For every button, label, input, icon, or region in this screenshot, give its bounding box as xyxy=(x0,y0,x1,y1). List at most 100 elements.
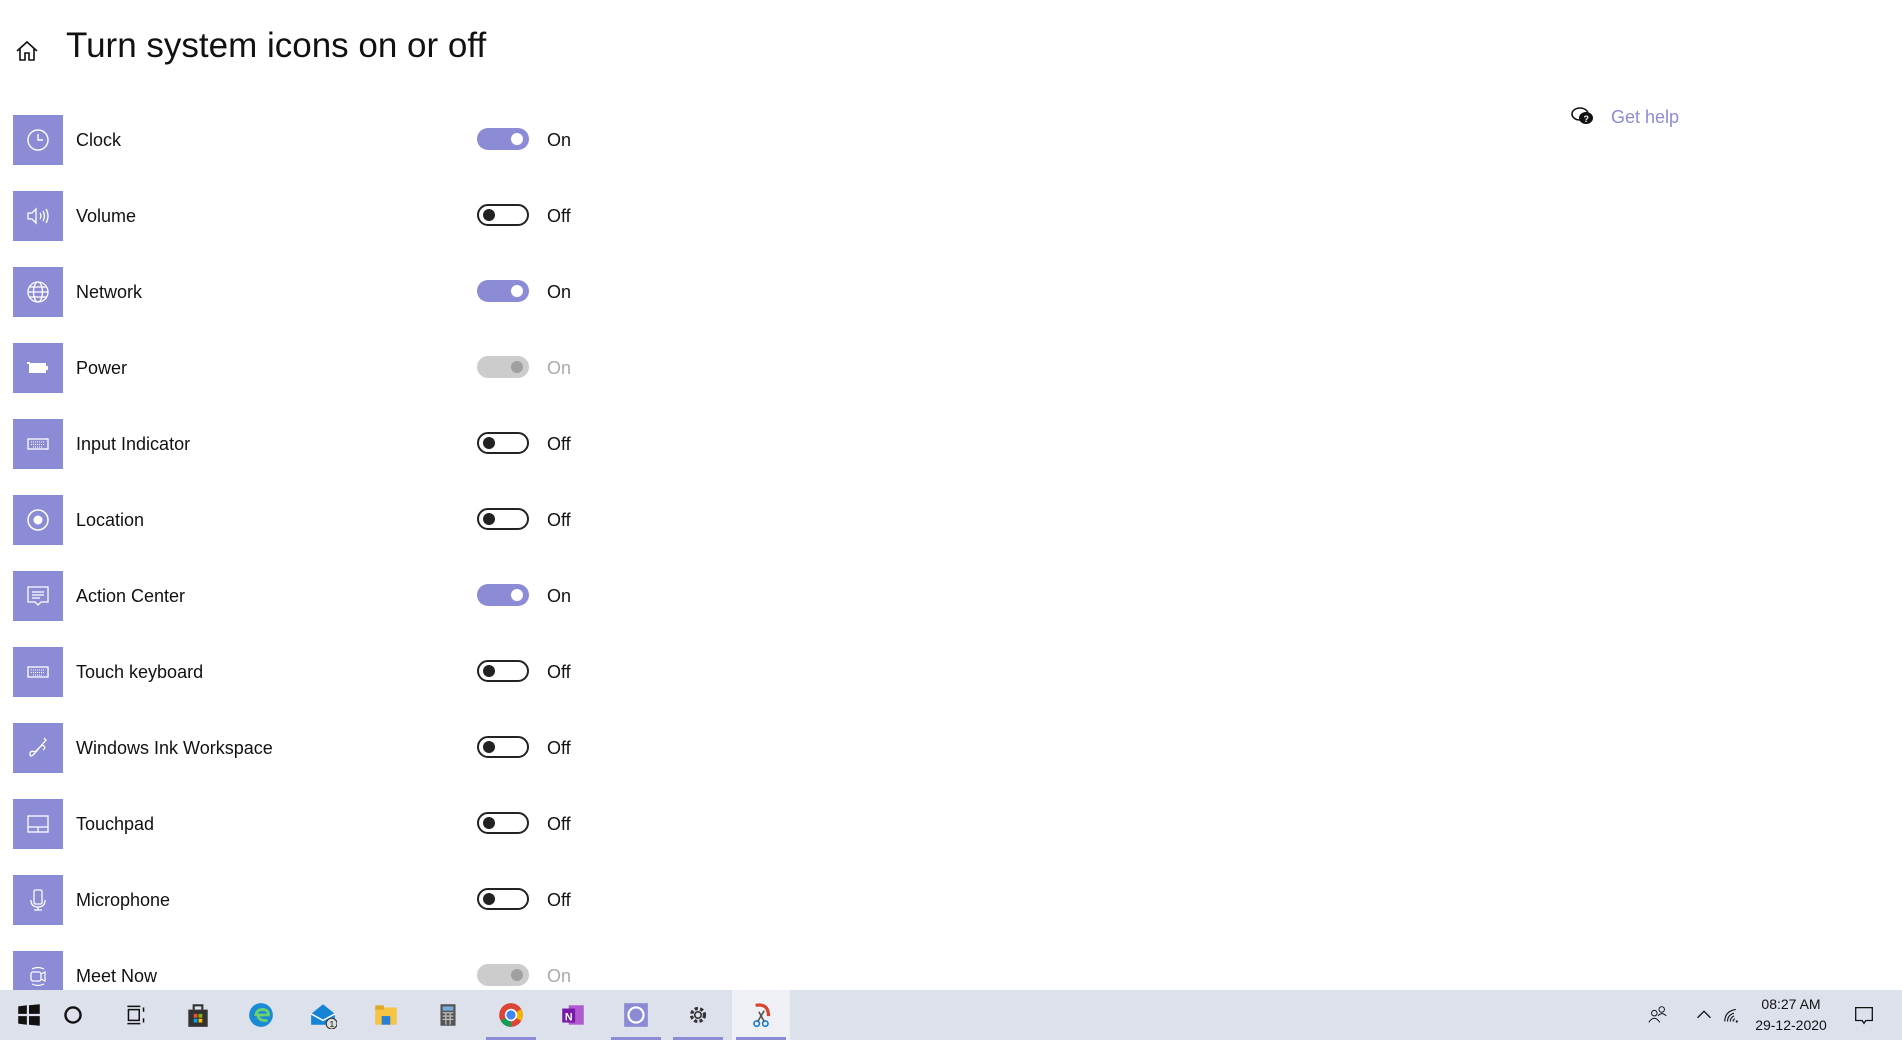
chrome-icon xyxy=(498,1003,523,1027)
toggle-switch[interactable] xyxy=(477,280,529,302)
setting-label: Network xyxy=(76,282,143,302)
chevron-up-icon xyxy=(1697,1010,1711,1019)
toggle-switch[interactable] xyxy=(477,888,529,910)
whatsapp-icon xyxy=(623,1003,648,1027)
setting-label: Windows Ink Workspace xyxy=(76,738,273,758)
taskbar-file-explorer[interactable] xyxy=(357,990,415,1040)
taskbar-calculator[interactable] xyxy=(419,990,477,1040)
search-icon xyxy=(64,1006,82,1024)
toggle-state-label: Off xyxy=(547,434,571,454)
setting-row-microphone: Microphone Off xyxy=(13,875,613,925)
toggle-knob xyxy=(511,969,523,981)
people-button[interactable] xyxy=(1640,990,1676,1040)
get-help-link[interactable]: ? Get help xyxy=(1571,106,1679,128)
touchpad-icon xyxy=(13,799,63,849)
taskbar-chrome[interactable] xyxy=(482,990,540,1040)
toggle-knob xyxy=(511,133,523,145)
toggle-switch[interactable] xyxy=(477,508,529,530)
get-help-label: Get help xyxy=(1611,106,1680,127)
home-icon[interactable] xyxy=(14,38,40,64)
store-icon xyxy=(188,1004,208,1027)
toggle-state-label: Off xyxy=(547,738,571,758)
toggle-state-label: On xyxy=(547,586,572,606)
toggle-state-label: On xyxy=(547,966,572,986)
setting-label: Touchpad xyxy=(76,814,155,834)
chat-help-icon: ? xyxy=(1571,107,1593,124)
toggle-switch xyxy=(477,356,529,378)
setting-row-location: Location Off xyxy=(13,495,613,545)
mail-icon: 1 xyxy=(310,1004,337,1029)
taskbar-snip-sketch[interactable] xyxy=(731,990,790,1040)
wifi-button[interactable] xyxy=(1716,990,1752,1040)
keyboard-icon xyxy=(13,647,63,697)
taskbar-clock[interactable]: 08:27 AM 29-12-2020 xyxy=(1748,994,1834,1036)
taskbar-onenote[interactable]: N xyxy=(544,990,602,1040)
svg-text:?: ? xyxy=(1584,114,1590,124)
setting-label: Action Center xyxy=(76,586,186,606)
svg-text:N: N xyxy=(565,1011,573,1023)
file-explorer-icon xyxy=(374,1005,397,1025)
snip-sketch-icon xyxy=(752,1003,770,1028)
setting-row-touchpad: Touchpad Off xyxy=(13,799,613,849)
toggle-knob xyxy=(483,741,495,753)
toggle-knob xyxy=(511,589,523,601)
toggle-switch[interactable] xyxy=(477,204,529,226)
setting-label: Location xyxy=(76,510,145,530)
toggle-switch[interactable] xyxy=(477,128,529,150)
toggle-knob xyxy=(483,437,495,449)
toggle-switch[interactable] xyxy=(477,736,529,758)
toggle-state-label: Off xyxy=(547,206,571,226)
clock-icon xyxy=(13,115,63,165)
setting-label: Input Indicator xyxy=(76,434,191,454)
taskbar-whatsapp[interactable] xyxy=(607,990,665,1040)
taskbar: 08:27 AM 29-12-2020 1 N xyxy=(0,990,1902,1040)
taskbar-task-view[interactable] xyxy=(107,990,165,1040)
toggle-knob xyxy=(511,361,523,373)
toggle-state-label: Off xyxy=(547,510,571,530)
taskbar-store[interactable] xyxy=(169,990,227,1040)
toggle-state-label: On xyxy=(547,282,572,302)
setting-label: Meet Now xyxy=(76,966,158,986)
toggle-knob xyxy=(483,209,495,221)
date: 29-12-2020 xyxy=(1755,1017,1827,1033)
page-title: Turn system icons on or off xyxy=(66,26,487,65)
taskbar-edge[interactable] xyxy=(232,990,290,1040)
setting-row-volume: Volume Off xyxy=(13,191,613,241)
toggle-switch[interactable] xyxy=(477,812,529,834)
setting-row-input-indicator: Input Indicator Off xyxy=(13,419,613,469)
action-center-icon xyxy=(13,571,63,621)
battery-icon xyxy=(13,343,63,393)
location-icon xyxy=(13,495,63,545)
wifi-icon xyxy=(1724,1008,1738,1023)
taskbar-settings[interactable] xyxy=(669,990,727,1040)
setting-label: Microphone xyxy=(76,890,171,910)
setting-row-network: Network On xyxy=(13,267,613,317)
setting-row-power: Power On xyxy=(13,343,613,393)
toggle-switch[interactable] xyxy=(477,660,529,682)
setting-label: Clock xyxy=(76,130,122,150)
notification-button[interactable] xyxy=(1846,990,1882,1040)
toggle-switch[interactable] xyxy=(477,584,529,606)
toggle-state-label: Off xyxy=(547,662,571,682)
toggle-switch[interactable] xyxy=(477,432,529,454)
taskbar-mail[interactable]: 1 xyxy=(294,990,352,1040)
taskbar-search[interactable] xyxy=(44,990,102,1040)
calculator-icon xyxy=(440,1004,456,1026)
edge-icon xyxy=(248,1003,273,1027)
microphone-icon xyxy=(13,875,63,925)
start-icon xyxy=(18,1004,40,1026)
globe-icon xyxy=(13,267,63,317)
onenote-icon: N xyxy=(562,1005,584,1025)
toggle-state-label: On xyxy=(547,130,572,150)
setting-row-action-center: Action Center On xyxy=(13,571,613,621)
toggle-knob xyxy=(483,817,495,829)
volume-icon xyxy=(13,191,63,241)
pen-icon xyxy=(13,723,63,773)
toggle-knob xyxy=(483,665,495,677)
toggle-state-label: On xyxy=(547,358,572,378)
setting-label: Power xyxy=(76,358,128,378)
toggle-state-label: Off xyxy=(547,814,571,834)
notification-icon xyxy=(1855,1006,1873,1025)
task-view-icon xyxy=(126,1005,144,1025)
setting-label: Touch keyboard xyxy=(76,662,204,682)
